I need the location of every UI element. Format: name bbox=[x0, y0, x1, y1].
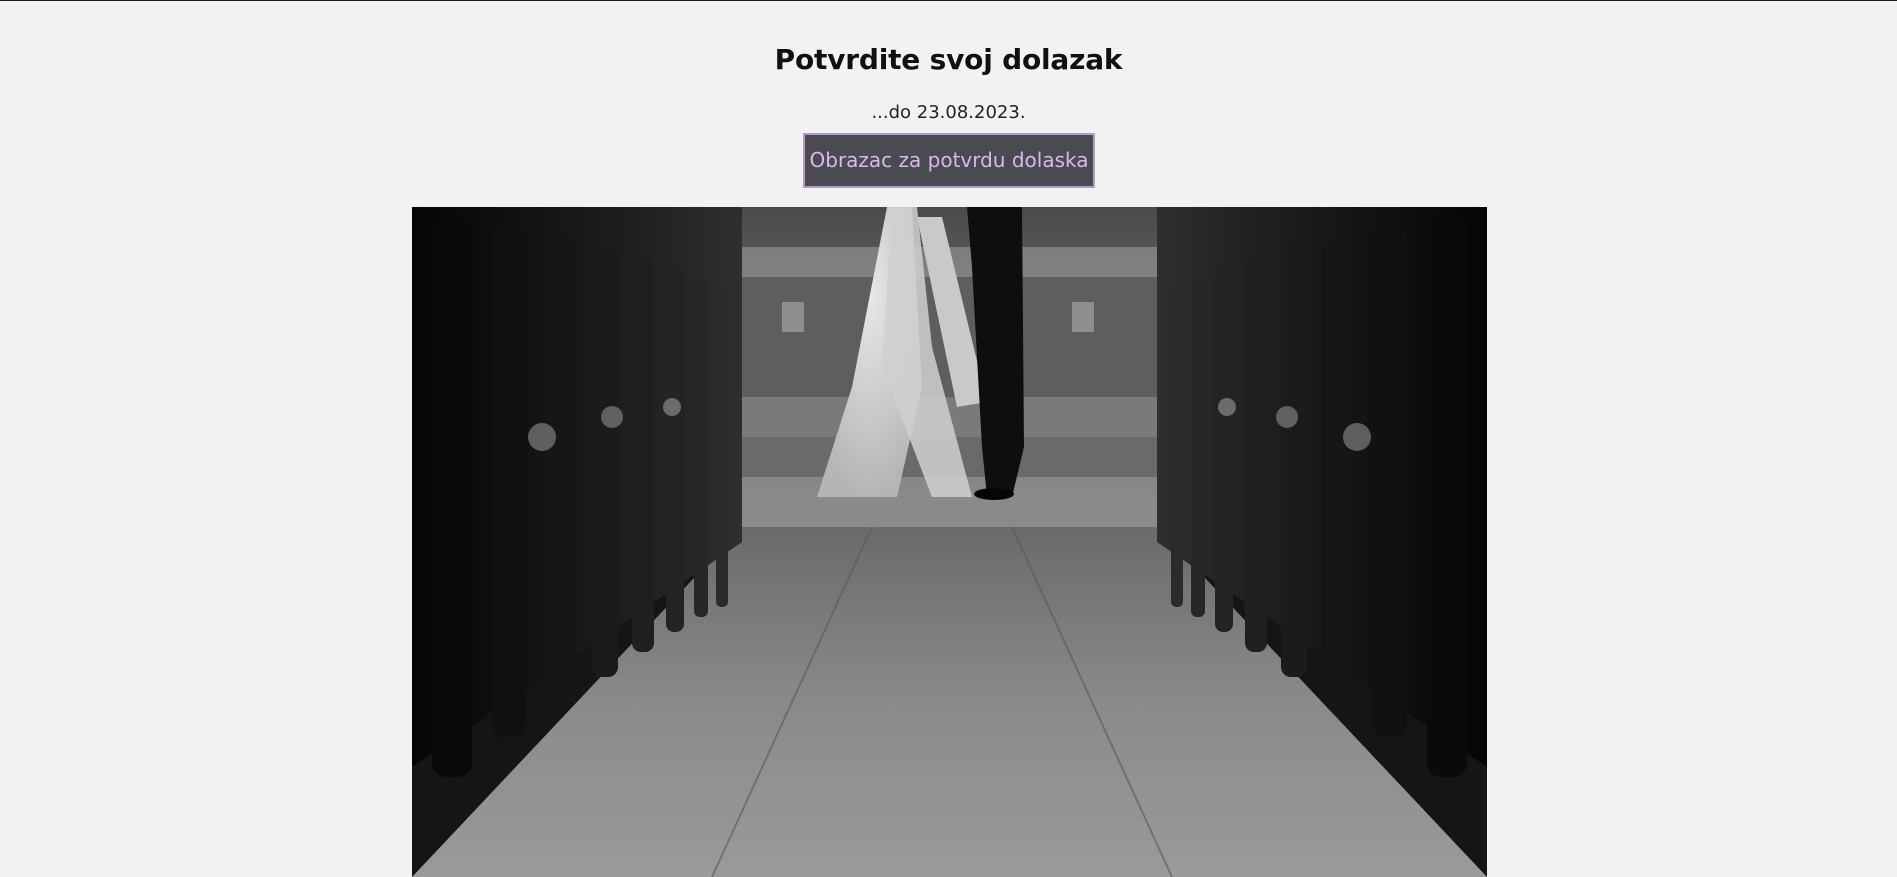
rsvp-section: Potvrdite svoj dolazak ...do 23.08.2023.… bbox=[0, 0, 1897, 877]
page-title: Potvrdite svoj dolazak bbox=[774, 43, 1123, 76]
wedding-aisle-illustration bbox=[412, 207, 1487, 877]
wedding-ceremony-photo bbox=[412, 207, 1487, 877]
rsvp-deadline: ...do 23.08.2023. bbox=[871, 102, 1026, 123]
rsvp-form-button[interactable]: Obrazac za potvrdu dolaska bbox=[803, 133, 1095, 188]
